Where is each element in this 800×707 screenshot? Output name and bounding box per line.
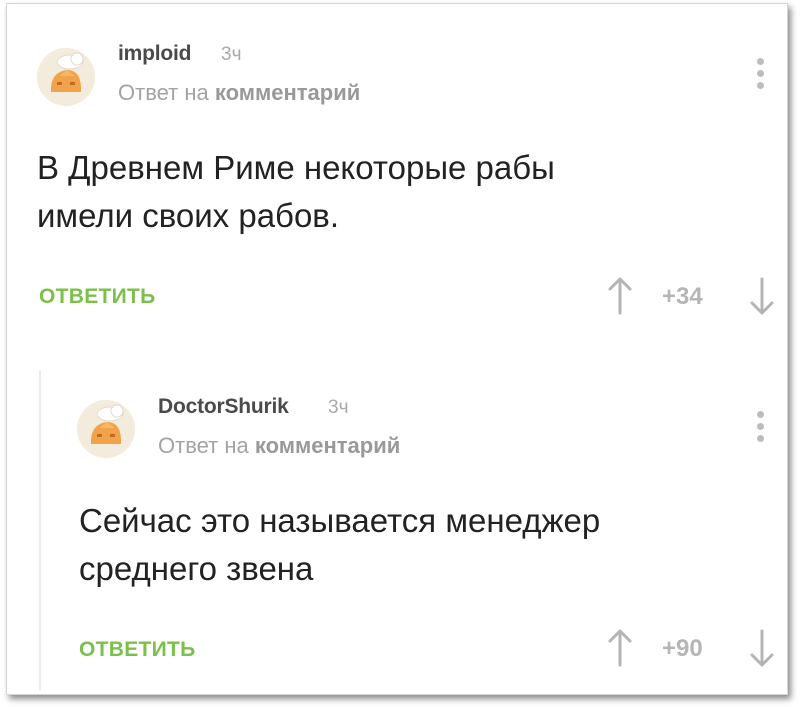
more-options-icon[interactable] [757,411,765,445]
comment-2: DoctorShurik 3ч Ответ на комментарий Сей… [7,364,787,694]
reply-prefix: Ответ на [158,433,249,458]
username[interactable]: DoctorShurik [158,395,289,419]
comment-text: Сейчас это называется менеджер среднего … [79,502,601,587]
comment-text: В Древнем Риме некоторые рабы имели свои… [37,149,555,234]
downvote-arrow-icon[interactable] [749,276,775,316]
rating-counter: +34 [662,283,703,310]
reply-context: Ответ на комментарий [118,80,360,106]
upvote-arrow-icon[interactable] [607,628,633,668]
reply-button[interactable]: ОТВЕТИТЬ [79,638,196,662]
upvote-arrow-icon[interactable] [607,276,633,316]
comment-1: imploid 3ч Ответ на комментарий В Древне… [7,4,787,364]
avatar[interactable] [77,400,135,458]
avatar[interactable] [37,48,95,106]
comment-thread: imploid 3ч Ответ на комментарий В Древне… [6,3,788,695]
timestamp: 3ч [328,397,349,418]
chef-avatar-icon [37,48,95,106]
reply-target-link[interactable]: комментарий [215,80,360,105]
more-options-icon[interactable] [757,58,765,92]
username[interactable]: imploid [118,42,191,66]
rating-counter: +90 [662,635,703,662]
reply-prefix: Ответ на [118,80,209,105]
reply-button[interactable]: ОТВЕТИТЬ [39,285,156,309]
timestamp: 3ч [221,44,242,65]
reply-target-link[interactable]: комментарий [255,433,400,458]
chef-avatar-icon [77,400,135,458]
reply-context: Ответ на комментарий [158,433,400,459]
downvote-arrow-icon[interactable] [749,628,775,668]
